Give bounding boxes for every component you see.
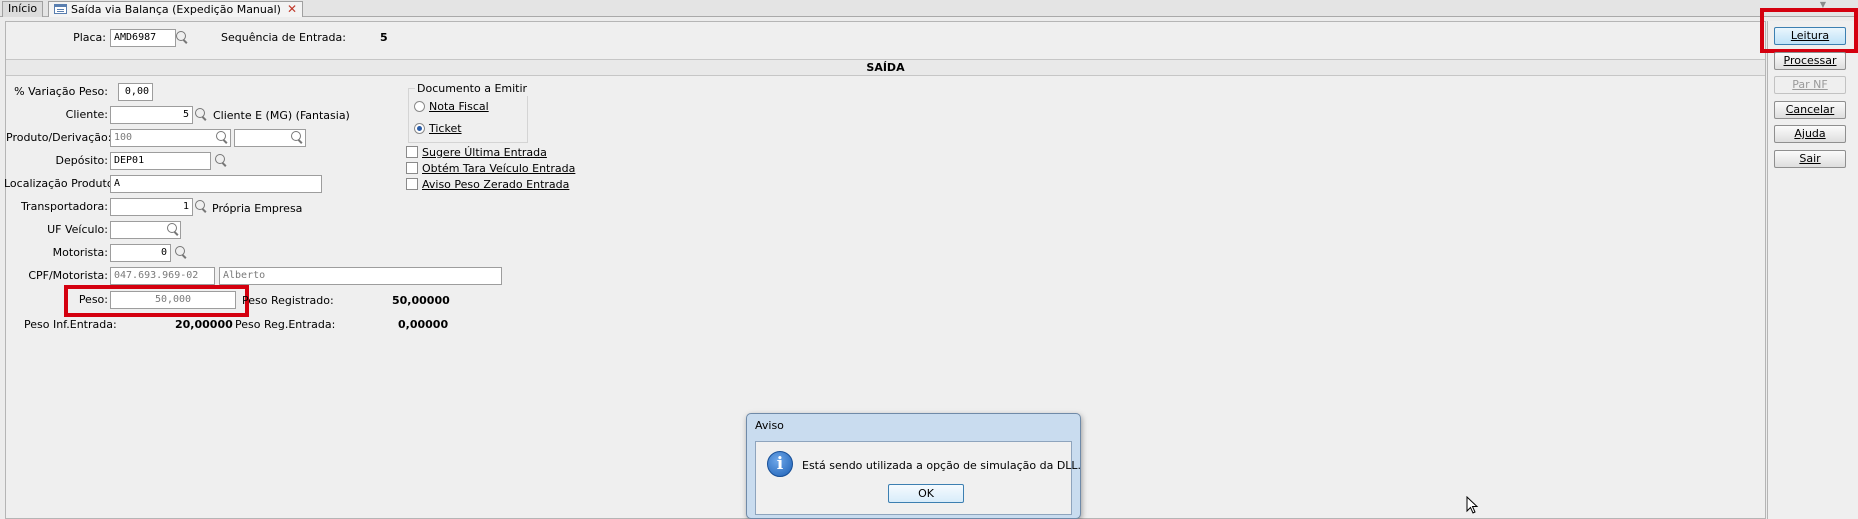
sequencia-value: 5	[380, 31, 388, 44]
placa-label: Placa:	[73, 31, 106, 44]
tab-inicio-label: Início	[8, 2, 38, 15]
tab-saida-label: Saída via Balança (Expedição Manual)	[71, 3, 281, 16]
aviso-dialog: Aviso i Está sendo utilizada a opção de …	[746, 413, 1081, 519]
obtem-tara-label[interactable]: Obtém Tara Veículo Entrada	[422, 161, 575, 177]
peso-inf-value: 20,00000	[175, 318, 233, 331]
dialog-title: Aviso	[755, 419, 784, 432]
cliente-name: Cliente E (MG) (Fantasia)	[213, 109, 350, 122]
info-icon: i	[767, 451, 793, 477]
variacao-label: % Variação Peso:	[14, 85, 108, 98]
form-icon	[54, 4, 67, 14]
nota-fiscal-radio[interactable]	[414, 101, 425, 112]
obtem-tara-checkbox[interactable]	[406, 162, 418, 174]
localizacao-label: Localização Produto:	[4, 177, 118, 190]
transportadora-label: Transportadora:	[20, 200, 108, 213]
uf-label: UF Veículo:	[47, 223, 108, 236]
dialog-body: i Está sendo utilizada a opção de simula…	[755, 441, 1081, 515]
tab-inicio[interactable]: Início	[2, 1, 44, 17]
deposito-label: Depósito:	[55, 154, 109, 167]
produto-label: Produto/Derivação:	[6, 131, 112, 144]
transportadora-name: Própria Empresa	[212, 202, 303, 215]
cpf-label: CPF/Motorista:	[28, 269, 108, 282]
uf-search-icon[interactable]	[165, 222, 181, 238]
par-nf-button[interactable]: Par NF	[1774, 76, 1846, 94]
processar-button[interactable]: Processar	[1774, 52, 1846, 70]
transportadora-search-icon[interactable]	[193, 199, 209, 215]
peso-reg-value: 0,00000	[398, 318, 449, 331]
sequencia-label: Sequência de Entrada:	[221, 31, 346, 44]
placa-search-icon[interactable]	[174, 30, 190, 46]
documento-title: Documento a Emitir	[415, 82, 530, 96]
close-icon[interactable]: ✕	[287, 2, 297, 16]
dialog-message: Está sendo utilizada a opção de simulaçã…	[802, 459, 1082, 472]
motorista-input[interactable]: 0	[110, 244, 171, 262]
aviso-peso-zerado-label[interactable]: Aviso Peso Zerado Entrada	[422, 177, 569, 193]
peso-inf-label: Peso Inf.Entrada:	[24, 318, 117, 331]
sugere-ultima-entrada-label[interactable]: Sugere Última Entrada	[422, 145, 547, 161]
peso-highlight	[64, 285, 249, 317]
sair-button[interactable]: Sair	[1774, 150, 1846, 168]
leitura-highlight	[1760, 8, 1858, 53]
documento-group	[408, 88, 528, 143]
derivacao-search-icon[interactable]	[289, 130, 305, 146]
cancelar-button[interactable]: Cancelar	[1774, 101, 1846, 119]
motorista-search-icon[interactable]	[173, 245, 189, 261]
cliente-input[interactable]: 5	[110, 106, 193, 124]
ok-button[interactable]: OK	[888, 484, 964, 503]
deposito-input[interactable]: DEP01	[110, 152, 211, 170]
placa-input[interactable]: AMD6987	[110, 29, 176, 47]
action-panel	[1767, 21, 1858, 519]
ticket-radio[interactable]	[414, 123, 425, 134]
transportadora-input[interactable]: 1	[110, 198, 193, 216]
peso-registrado-value: 50,00000	[392, 294, 450, 307]
produto-search-icon[interactable]	[214, 130, 230, 146]
aviso-peso-zerado-checkbox[interactable]	[406, 178, 418, 190]
peso-registrado-label: Peso Registrado:	[242, 294, 334, 307]
mouse-cursor-icon	[1466, 496, 1479, 514]
cliente-label: Cliente:	[65, 108, 108, 121]
nota-fiscal-label[interactable]: Nota Fiscal	[429, 99, 489, 115]
sugere-ultima-entrada-checkbox[interactable]	[406, 146, 418, 158]
cpf-input[interactable]: 047.693.969-02	[110, 267, 215, 285]
produto-input[interactable]: 100	[110, 129, 231, 147]
tab-bar: Início Saída via Balança (Expedição Manu…	[0, 0, 1858, 17]
variacao-input[interactable]: 0,00	[118, 83, 153, 101]
deposito-search-icon[interactable]	[213, 153, 229, 169]
ticket-label[interactable]: Ticket	[429, 121, 462, 137]
peso-reg-label: Peso Reg.Entrada:	[235, 318, 336, 331]
motorista-name-input[interactable]: Alberto	[219, 267, 502, 285]
section-title: SAÍDA	[6, 59, 1765, 76]
ajuda-button[interactable]: Ajuda	[1774, 125, 1846, 143]
tab-saida-balanca[interactable]: Saída via Balança (Expedição Manual) ✕	[48, 1, 304, 17]
cliente-search-icon[interactable]	[193, 107, 209, 123]
localizacao-input[interactable]: A	[110, 175, 322, 193]
motorista-label: Motorista:	[52, 246, 108, 259]
